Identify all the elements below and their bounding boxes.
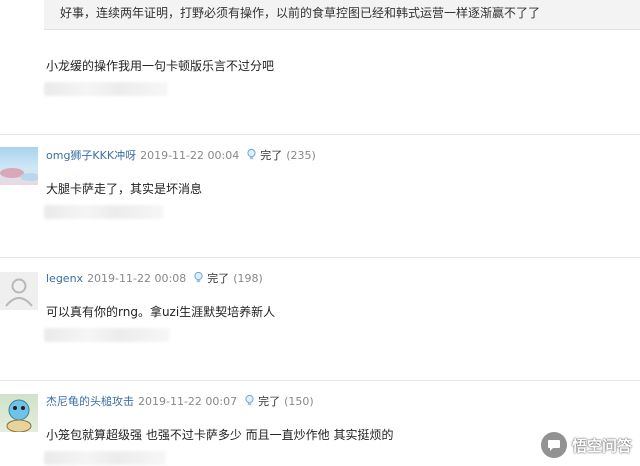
user-avatar[interactable] (0, 272, 38, 310)
blurred-actions (44, 451, 166, 465)
default-avatar-icon (5, 278, 33, 307)
username-link[interactable]: legenx (46, 272, 83, 285)
divider (0, 380, 640, 381)
lightbulb-icon[interactable] (243, 394, 256, 407)
blurred-actions (44, 82, 168, 96)
avatar-image (0, 168, 38, 181)
lightbulb-icon[interactable] (245, 148, 258, 161)
chat-bubble-icon (540, 432, 567, 458)
quoted-reply: 好事，连续两年证明，打野必须有操作，以前的食草控图已经和韩式运营一样逐渐赢不了了 (44, 0, 640, 30)
avatar-image (6, 399, 32, 432)
divider (0, 257, 640, 258)
like-count: (150) (284, 395, 314, 408)
comment-text: 大腿卡萨走了，其实是坏消息 (46, 182, 203, 196)
like-count: (235) (286, 149, 316, 162)
user-avatar[interactable] (0, 394, 38, 432)
quoted-reply-text: 好事，连续两年证明，打野必须有操作，以前的食草控图已经和韩式运营一样逐渐赢不了了 (60, 6, 541, 20)
comment-date: 2019-11-22 00:07 (138, 395, 238, 408)
comment-meta: legenx 2019-11-22 00:08 完了 (198) (46, 270, 263, 286)
comment-text: 可以真有你的rng。拿uzi生涯默契培养新人 (46, 305, 276, 319)
blurred-actions (44, 205, 164, 219)
like-button[interactable]: 完了 (260, 149, 282, 162)
comment-text: 小笼包就算超级强 也强不过卡萨多少 而且一直炒作他 其实挺烦的 (46, 428, 394, 442)
username-link[interactable]: 杰尼龟的头槌攻击 (46, 395, 134, 408)
comment-meta: 杰尼龟的头槌攻击 2019-11-22 00:07 完了 (150) (46, 393, 314, 409)
like-button[interactable]: 完了 (258, 395, 280, 408)
lightbulb-icon[interactable] (192, 271, 205, 284)
like-count: (198) (233, 272, 263, 285)
username-link[interactable]: omg狮子KKK冲呀 (46, 149, 136, 162)
comment-date: 2019-11-22 00:08 (87, 272, 187, 285)
like-button[interactable]: 完了 (207, 272, 229, 285)
divider (0, 134, 640, 135)
comment-text: 小龙缓的操作我用一句卡顿版乐言不过分吧 (46, 59, 275, 73)
comment-meta: omg狮子KKK冲呀 2019-11-22 00:04 完了 (235) (46, 147, 316, 163)
user-avatar[interactable] (0, 147, 38, 185)
comment-date: 2019-11-22 00:04 (140, 149, 240, 162)
blurred-actions (44, 328, 170, 342)
watermark: 悟空问答 (540, 432, 632, 458)
watermark-text: 悟空问答 (571, 436, 632, 455)
